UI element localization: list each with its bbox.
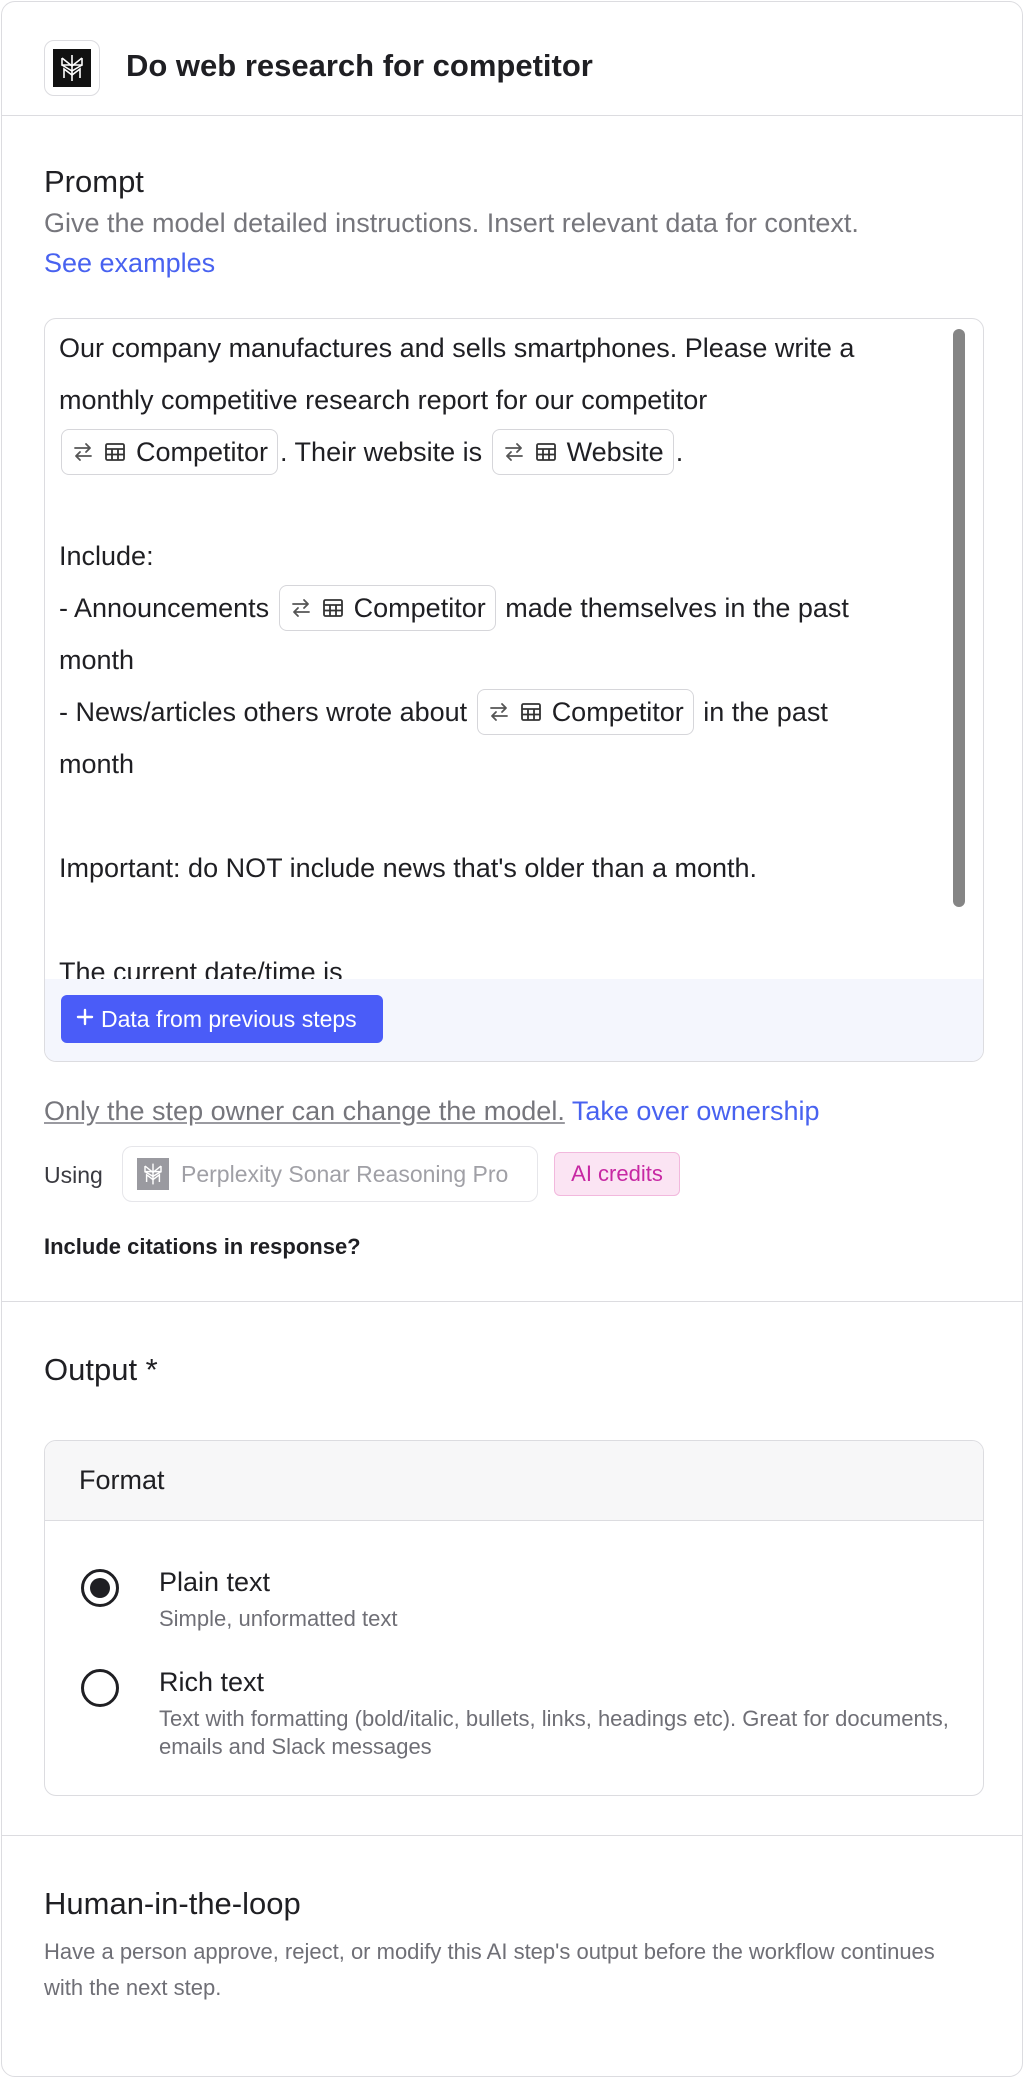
prompt-line: - Announcements Competitor made themselv… bbox=[59, 582, 949, 634]
data-button-label: Data from previous steps bbox=[101, 1005, 357, 1032]
prompt-text: Important: do NOT include news that's ol… bbox=[59, 853, 758, 883]
prompt-text: - Announcements bbox=[59, 593, 270, 623]
perplexity-model-icon bbox=[137, 1158, 169, 1190]
prompt-line: monthly competitive research report for … bbox=[59, 374, 949, 426]
hitl-section-title: Human-in-the-loop bbox=[44, 1886, 301, 1921]
prompt-text: . bbox=[675, 437, 684, 467]
prompt-line: Important: do NOT include news that's ol… bbox=[59, 842, 949, 894]
swap-icon bbox=[488, 701, 510, 723]
format-header: Format bbox=[45, 1441, 983, 1521]
table-icon bbox=[535, 441, 557, 463]
rich-text-option-label[interactable]: Rich text bbox=[159, 1667, 264, 1698]
plain-text-option-label[interactable]: Plain text bbox=[159, 1567, 270, 1598]
data-from-previous-steps-button[interactable]: Data from previous steps bbox=[61, 995, 383, 1043]
ai-credits-badge: AI credits bbox=[554, 1152, 680, 1196]
step-title: Do web research for competitor bbox=[126, 48, 593, 83]
chip-label: Competitor bbox=[136, 437, 269, 467]
model-selector: Perplexity Sonar Reasoning Pro bbox=[122, 1146, 538, 1202]
prompt-description: Give the model detailed instructions. In… bbox=[44, 208, 859, 238]
swap-icon bbox=[290, 597, 312, 619]
prompt-text: . Their website is bbox=[280, 437, 483, 467]
prompt-text: Include: bbox=[59, 541, 154, 571]
citations-label: Include citations in response? bbox=[44, 1234, 361, 1259]
prompt-line: - News/articles others wrote about Compe… bbox=[59, 686, 949, 738]
step-header: Do web research for competitor bbox=[2, 2, 1022, 116]
chip-label: Competitor bbox=[353, 593, 486, 623]
format-box: Format Plain text Simple, unformatted te… bbox=[44, 1440, 984, 1796]
see-examples-link[interactable]: See examples bbox=[44, 248, 215, 279]
prompt-text: month bbox=[59, 749, 135, 779]
step-config-card: Do web research for competitor Prompt Gi… bbox=[1, 1, 1023, 2077]
prompt-line: The current date/time is bbox=[59, 946, 949, 979]
prompt-line: Competitor . Their website is Website . bbox=[59, 426, 949, 478]
radio-selected-dot bbox=[90, 1578, 110, 1598]
variable-chip-competitor[interactable]: Competitor bbox=[61, 429, 279, 475]
chip-label: Competitor bbox=[551, 697, 684, 727]
chip-label: Website bbox=[566, 437, 664, 467]
rich-text-option-description: Text with formatting (bold/italic, bulle… bbox=[159, 1706, 949, 1759]
editor-scrollbar[interactable] bbox=[953, 329, 965, 907]
prompt-editor-content[interactable]: Our company manufactures and sells smart… bbox=[59, 319, 949, 979]
model-name: Perplexity Sonar Reasoning Pro bbox=[181, 1160, 509, 1187]
plain-text-radio[interactable] bbox=[81, 1569, 119, 1607]
table-icon bbox=[322, 597, 344, 619]
prompt-text: in the past bbox=[703, 697, 828, 727]
prompt-text: monthly competitive research report for … bbox=[59, 385, 708, 415]
using-label: Using bbox=[44, 1162, 103, 1188]
prompt-line: month bbox=[59, 738, 949, 790]
output-section-title: Output * bbox=[44, 1352, 158, 1387]
plus-icon bbox=[75, 1006, 95, 1033]
prompt-text: month bbox=[59, 645, 135, 675]
prompt-text: Our company manufactures and sells smart… bbox=[59, 333, 855, 363]
prompt-section-title: Prompt bbox=[44, 164, 144, 199]
prompt-line-empty bbox=[59, 478, 949, 530]
format-title: Format bbox=[79, 1465, 165, 1495]
table-icon bbox=[520, 701, 542, 723]
take-over-ownership-link[interactable]: Take over ownership bbox=[572, 1096, 820, 1126]
prompt-editor[interactable]: Our company manufactures and sells smart… bbox=[44, 318, 984, 1062]
swap-icon bbox=[503, 441, 525, 463]
prompt-text: The current date/time is bbox=[59, 957, 343, 979]
perplexity-logo-icon bbox=[44, 40, 100, 96]
ownership-line: Only the step owner can change the model… bbox=[44, 1096, 819, 1127]
prompt-text: made themselves in the past bbox=[505, 593, 849, 623]
plain-text-option-description: Simple, unformatted text bbox=[159, 1606, 398, 1631]
variable-chip-competitor[interactable]: Competitor bbox=[278, 585, 496, 631]
section-divider bbox=[2, 1301, 1022, 1302]
section-divider bbox=[2, 1835, 1022, 1836]
variable-chip-website[interactable]: Website bbox=[491, 429, 674, 475]
table-icon bbox=[104, 441, 126, 463]
prompt-line-empty bbox=[59, 894, 949, 946]
prompt-line: Our company manufactures and sells smart… bbox=[59, 322, 949, 374]
editor-footer: Data from previous steps bbox=[45, 979, 983, 1061]
owner-note: Only the step owner can change the model… bbox=[44, 1096, 565, 1126]
prompt-line: Include: bbox=[59, 530, 949, 582]
variable-chip-competitor[interactable]: Competitor bbox=[476, 689, 694, 735]
rich-text-radio[interactable] bbox=[81, 1669, 119, 1707]
swap-icon bbox=[72, 441, 94, 463]
prompt-text: - News/articles others wrote about bbox=[59, 697, 468, 727]
hitl-description: Have a person approve, reject, or modify… bbox=[44, 1939, 935, 2000]
prompt-line-empty bbox=[59, 790, 949, 842]
prompt-line: month bbox=[59, 634, 949, 686]
